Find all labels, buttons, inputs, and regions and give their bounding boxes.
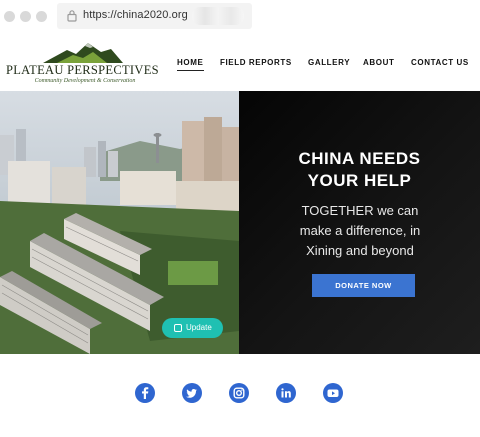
hero-subtext-line3: Xining and beyond	[306, 243, 414, 258]
logo-tagline: Community Development & Conservation	[34, 78, 136, 84]
hero-city-photo	[0, 91, 239, 354]
nav-active-underline	[177, 70, 204, 71]
lock-icon	[67, 10, 77, 22]
update-button[interactable]: Update	[162, 318, 223, 338]
window-close-dot[interactable]	[4, 11, 15, 22]
hero-cta-panel: CHINA NEEDS YOUR HELP TOGETHER we can ma…	[239, 91, 480, 354]
logo-title: PLATEAU PERSPECTIVES	[6, 63, 159, 77]
youtube-icon[interactable]	[323, 383, 343, 403]
update-icon	[174, 324, 182, 332]
hero-heading-line1: CHINA NEEDS	[298, 149, 421, 168]
site-header: PLATEAU PERSPECTIVES Community Developme…	[0, 33, 480, 91]
hero-heading-line2: YOUR HELP	[307, 171, 412, 190]
nav-field-reports[interactable]: FIELD REPORTS	[220, 58, 292, 67]
linkedin-icon[interactable]	[276, 383, 296, 403]
window-minimize-dot[interactable]	[20, 11, 31, 22]
update-label: Update	[186, 323, 212, 332]
city-skyline-image	[0, 91, 239, 354]
instagram-icon[interactable]	[229, 383, 249, 403]
browser-chrome: https://china2020.org	[0, 0, 480, 33]
nav-home[interactable]: HOME	[177, 58, 203, 67]
nav-contact-us[interactable]: CONTACT US	[411, 58, 469, 67]
site-logo[interactable]: PLATEAU PERSPECTIVES Community Developme…	[6, 41, 159, 87]
twitter-icon[interactable]	[182, 383, 202, 403]
hero-subtext-line1: TOGETHER we can	[301, 203, 419, 218]
nav-gallery[interactable]: GALLERY	[308, 58, 350, 67]
mountain-logo-icon	[43, 43, 123, 63]
redacted-url-blur	[192, 7, 244, 25]
hero-subtext-line2: make a difference, in	[299, 223, 421, 238]
url-text[interactable]: https://china2020.org	[83, 9, 188, 21]
window-zoom-dot[interactable]	[36, 11, 47, 22]
nav-about[interactable]: ABOUT	[363, 58, 394, 67]
facebook-icon[interactable]	[135, 383, 155, 403]
donate-now-button[interactable]: DONATE NOW	[312, 274, 415, 297]
